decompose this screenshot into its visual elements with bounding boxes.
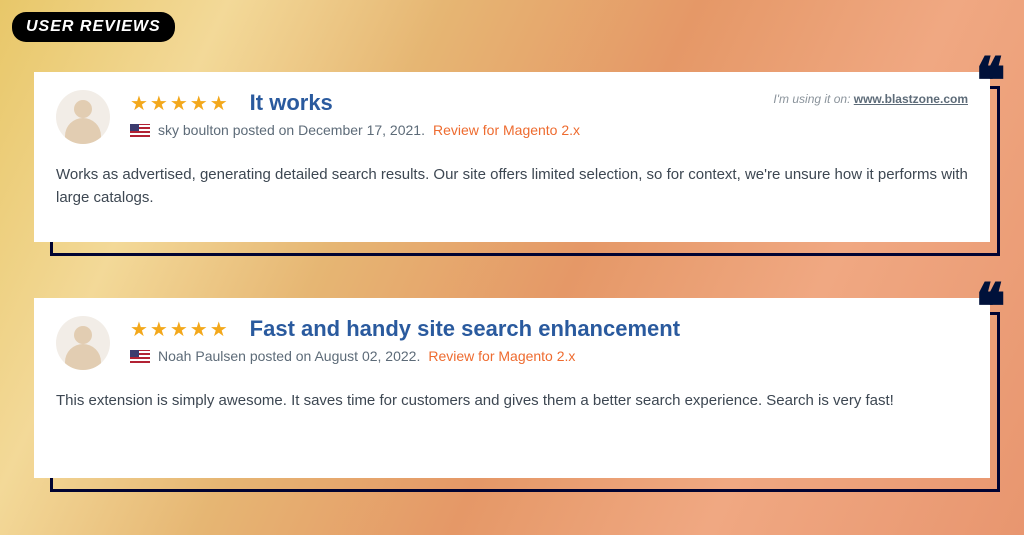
flag-icon	[130, 124, 150, 137]
card-body: ❛❛ ★★★★★ Fast and handy site search enha…	[34, 298, 990, 478]
star-rating: ★★★★★	[130, 91, 230, 116]
star-rating: ★★★★★	[130, 317, 230, 342]
review-author: Noah Paulsen	[158, 348, 246, 364]
review-title[interactable]: It works	[250, 90, 333, 116]
review-date: December 17, 2021.	[298, 122, 425, 138]
review-for-link[interactable]: Review for Magento 2.x	[428, 348, 575, 364]
review-title[interactable]: Fast and handy site search enhancement	[250, 316, 680, 342]
avatar-icon	[56, 316, 110, 370]
section-badge: USER REVIEWS	[12, 12, 175, 42]
review-card: ❛❛ ★★★★★ Fast and handy site search enha…	[34, 298, 990, 478]
using-label: I'm using it on:	[773, 92, 850, 106]
using-site-link[interactable]: www.blastzone.com	[854, 92, 968, 106]
card-body: ❛❛ ★★★★★ It works sky boulton posted on …	[34, 72, 990, 242]
review-byline: sky boulton posted on December 17, 2021.…	[130, 122, 761, 138]
review-byline: Noah Paulsen posted on August 02, 2022. …	[130, 348, 968, 364]
review-body-text: This extension is simply awesome. It sav…	[56, 390, 968, 413]
posted-label: posted on	[233, 122, 295, 138]
flag-icon	[130, 350, 150, 363]
review-card: ❛❛ ★★★★★ It works sky boulton posted on …	[34, 72, 990, 242]
review-author: sky boulton	[158, 122, 229, 138]
review-body-text: Works as advertised, generating detailed…	[56, 164, 968, 209]
using-note: I'm using it on: www.blastzone.com	[773, 92, 968, 106]
posted-label: posted on	[250, 348, 312, 364]
review-for-link[interactable]: Review for Magento 2.x	[433, 122, 580, 138]
avatar-icon	[56, 90, 110, 144]
review-date: August 02, 2022.	[314, 348, 420, 364]
